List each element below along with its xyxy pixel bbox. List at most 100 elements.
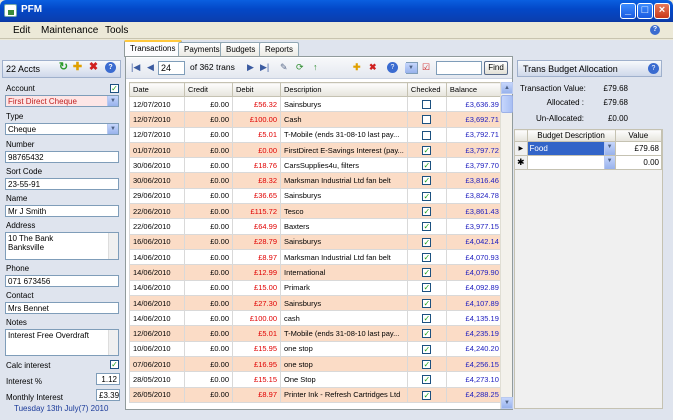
cell-credit[interactable]: £0.00	[184, 172, 233, 189]
cell-balance[interactable]: £4,079.90	[445, 264, 503, 281]
add-transaction-icon[interactable]: ✚	[353, 62, 361, 73]
close-button[interactable]: ×	[654, 3, 670, 19]
cell-balance[interactable]: £4,070.93	[445, 248, 503, 266]
cell-debit[interactable]: £0.00	[232, 141, 281, 159]
table-row[interactable]: 14/06/2010 £0.00 £12.99 International ✓ £4,07…	[129, 264, 503, 281]
add-icon[interactable]: ✚	[72, 62, 83, 73]
phone-field[interactable]: 071 673456	[5, 275, 119, 287]
cell-description[interactable]: Sainsburys	[280, 187, 408, 205]
cell-checked[interactable]: ✓	[406, 310, 447, 327]
cell-description[interactable]: Cash	[280, 111, 408, 128]
cell-credit[interactable]: £0.00	[184, 340, 233, 358]
cell-date[interactable]: 12/07/2010	[129, 95, 185, 113]
maximize-button[interactable]: □	[637, 3, 653, 19]
table-row[interactable]: 12/06/2010 £0.00 £5.01 T-Mobile (ends 31-08…	[129, 325, 503, 342]
first-record-icon[interactable]: |◀	[131, 62, 140, 73]
checked-checkbox[interactable]: ✓	[422, 329, 432, 339]
cell-credit[interactable]: £0.00	[184, 233, 233, 250]
find-input[interactable]	[436, 61, 482, 75]
cell-date[interactable]: 26/05/2010	[129, 386, 185, 403]
cell-debit[interactable]: £12.99	[232, 264, 281, 281]
cell-description[interactable]: one stop	[280, 356, 408, 373]
table-row[interactable]: 28/05/2010 £0.00 £15.15 One Stop ✓ £4,273.10	[129, 371, 503, 388]
checklist-icon[interactable]: ☑	[422, 62, 430, 73]
cell-credit[interactable]: £0.00	[184, 356, 233, 373]
cell-debit[interactable]: £100.00	[232, 310, 281, 327]
cell-date[interactable]: 12/07/2010	[129, 111, 185, 128]
cell-credit[interactable]: £0.00	[184, 386, 233, 403]
table-row[interactable]: 14/06/2010 £0.00 £15.00 Primark ✓ £4,092.89	[129, 279, 503, 296]
checked-checkbox[interactable]: ✓	[422, 375, 432, 385]
checked-checkbox[interactable]: ✓	[422, 161, 432, 171]
cell-balance[interactable]: £3,977.15	[445, 218, 503, 235]
cell-debit[interactable]: £28.79	[232, 233, 281, 250]
address-scrollbar[interactable]	[108, 233, 118, 259]
cell-checked[interactable]: ✓	[406, 157, 447, 174]
table-row[interactable]: 14/06/2010 £0.00 £27.30 Sainsburys ✓ £4,107.8…	[129, 294, 503, 312]
tab-payments[interactable]: Payments	[178, 42, 226, 56]
cell-date[interactable]: 12/07/2010	[129, 126, 185, 143]
checked-checkbox[interactable]: ✓	[422, 314, 432, 324]
filter-dropdown[interactable]: ▼	[405, 62, 418, 74]
cell-description[interactable]: cash	[280, 310, 408, 327]
table-row[interactable]: 30/06/2010 £0.00 £18.76 CarsSupplies4u, fil…	[129, 157, 503, 174]
budget-description-dropdown[interactable]: Food ▼	[526, 141, 616, 156]
scroll-down-icon[interactable]: ▼	[501, 397, 513, 409]
checked-checkbox[interactable]: ✓	[422, 222, 432, 232]
cell-balance[interactable]: £4,107.89	[445, 294, 503, 312]
cell-checked[interactable]: ✓	[406, 371, 447, 388]
cell-description[interactable]: Sainsburys	[280, 294, 408, 312]
cell-balance[interactable]: £3,816.46	[445, 172, 503, 189]
cell-date[interactable]: 14/06/2010	[129, 279, 185, 296]
cell-description[interactable]: Sainsburys	[280, 95, 408, 113]
cell-credit[interactable]: £0.00	[184, 95, 233, 113]
cell-balance[interactable]: £4,240.20	[445, 340, 503, 358]
table-row[interactable]: 12/07/2010 £0.00 £5.01 T-Mobile (ends 31-08…	[129, 126, 503, 143]
cell-debit[interactable]: £115.72	[232, 203, 281, 220]
cell-balance[interactable]: £4,256.15	[445, 356, 503, 373]
notes-scrollbar[interactable]	[108, 330, 118, 355]
checked-checkbox[interactable]: ✓	[422, 359, 432, 369]
checked-checkbox[interactable]	[422, 115, 432, 125]
cell-description[interactable]: CarsSupplies4u, filters	[280, 157, 408, 174]
table-row[interactable]: 26/05/2010 £0.00 £8.97 Printer Ink - Refres…	[129, 386, 503, 403]
calc-interest-checkbox[interactable]: ✓	[110, 360, 119, 369]
cell-checked[interactable]: ✓	[406, 233, 447, 250]
cell-debit[interactable]: £8.32	[232, 172, 281, 189]
cell-credit[interactable]: £0.00	[184, 248, 233, 266]
cell-checked[interactable]: ✓	[406, 386, 447, 403]
cell-date[interactable]: 14/06/2010	[129, 264, 185, 281]
budget-value[interactable]: £79.68	[614, 141, 663, 156]
find-button[interactable]: Find	[484, 61, 508, 75]
next-record-icon[interactable]: ▶	[247, 62, 254, 73]
cell-debit[interactable]: £36.65	[232, 187, 281, 205]
minimize-button[interactable]: _	[620, 3, 636, 19]
delete-transaction-icon[interactable]: ✖	[369, 62, 377, 73]
record-number-input[interactable]: 24	[158, 61, 185, 75]
table-row[interactable]: 07/06/2010 £0.00 £16.95 one stop ✓ £4,256.15	[129, 356, 503, 373]
interest-pct-field[interactable]: 1.12	[96, 373, 120, 385]
cell-checked[interactable]	[406, 95, 447, 113]
cell-balance[interactable]: £4,235.19	[445, 325, 503, 342]
cell-balance[interactable]: £3,636.39	[445, 95, 503, 113]
checked-checkbox[interactable]	[422, 99, 432, 109]
cell-date[interactable]: 01/07/2010	[129, 141, 185, 159]
cell-date[interactable]: 14/06/2010	[129, 310, 185, 327]
table-row[interactable]: 10/06/2010 £0.00 £15.95 one stop ✓ £4,240.20	[129, 340, 503, 358]
cell-date[interactable]: 12/06/2010	[129, 325, 185, 342]
grid-scrollbar[interactable]: ▲ ▼	[500, 82, 513, 409]
address-field[interactable]: 10 The Bank Banksville	[5, 232, 119, 260]
budget-description-dropdown[interactable]: ▼	[526, 155, 616, 170]
cell-description[interactable]: T-Mobile (ends 31-08-10 last pay...	[280, 126, 408, 143]
cell-debit[interactable]: £15.95	[232, 340, 281, 358]
table-row[interactable]: 14/06/2010 £0.00 £100.00 cash ✓ £4,135.19	[129, 310, 503, 327]
cell-date[interactable]: 22/06/2010	[129, 218, 185, 235]
monthly-interest-field[interactable]: £3.39	[96, 389, 120, 401]
cell-debit[interactable]: £100.00	[232, 111, 281, 128]
col-balance[interactable]: Balance	[445, 82, 503, 97]
cell-credit[interactable]: £0.00	[184, 126, 233, 143]
help-icon[interactable]: ?	[648, 63, 659, 74]
cell-balance[interactable]: £4,135.19	[445, 310, 503, 327]
cell-credit[interactable]: £0.00	[184, 218, 233, 235]
checked-checkbox[interactable]: ✓	[422, 176, 432, 186]
